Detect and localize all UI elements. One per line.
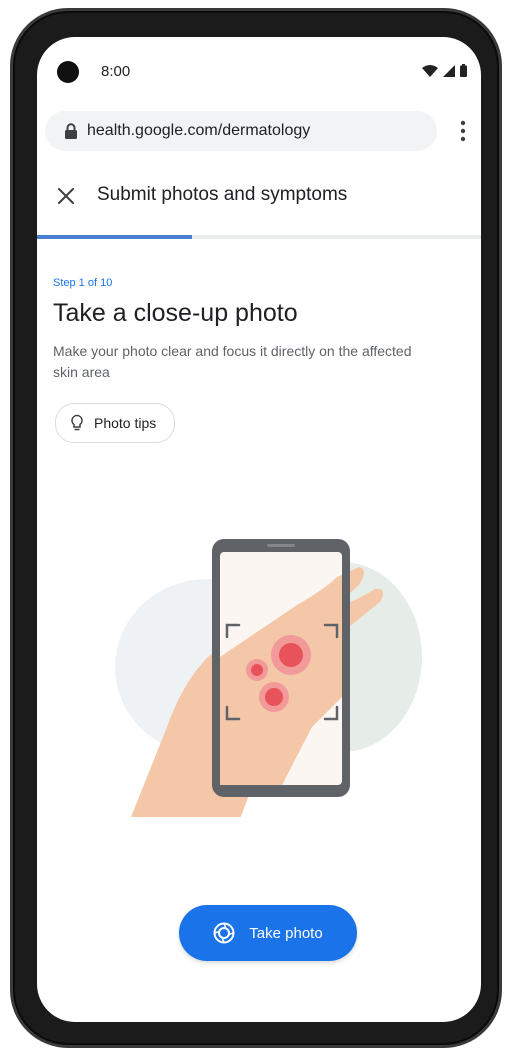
url-text: health.google.com/dermatology bbox=[87, 122, 311, 139]
wifi-icon bbox=[422, 65, 438, 77]
lock-icon bbox=[65, 123, 77, 139]
page-description: Make your photo clear and focus it direc… bbox=[53, 343, 412, 380]
status-icons bbox=[422, 64, 467, 77]
status-bar: 8:00 bbox=[37, 37, 481, 103]
phone-frame: 8:00 health.google.com/dermatology Submi… bbox=[10, 8, 502, 1048]
camera-shutter-icon bbox=[213, 922, 235, 944]
more-vert-icon[interactable] bbox=[459, 119, 467, 143]
page-title: Take a close-up photo bbox=[53, 299, 298, 327]
take-photo-label: Take photo bbox=[249, 924, 323, 942]
progress-bar bbox=[37, 235, 481, 239]
status-time: 8:00 bbox=[101, 63, 131, 80]
battery-icon bbox=[460, 64, 467, 77]
illustrated-phone-speaker bbox=[267, 544, 295, 547]
phone-screen: 8:00 health.google.com/dermatology Submi… bbox=[37, 37, 481, 1022]
app-header: Submit photos and symptoms bbox=[37, 167, 481, 227]
phone-camera-illustration bbox=[115, 539, 422, 817]
take-photo-button[interactable]: Take photo bbox=[179, 905, 357, 961]
lightbulb-icon bbox=[71, 414, 83, 431]
address-bar[interactable]: health.google.com/dermatology bbox=[45, 111, 437, 151]
photo-tips-button[interactable]: Photo tips bbox=[55, 403, 176, 443]
front-camera bbox=[57, 61, 79, 83]
progress-fill bbox=[37, 235, 193, 239]
header-title: Submit photos and symptoms bbox=[97, 184, 348, 205]
step-label: Step 1 of 10 bbox=[53, 277, 113, 289]
close-icon[interactable] bbox=[55, 185, 77, 207]
signal-icon bbox=[443, 65, 455, 77]
photo-tips-label: Photo tips bbox=[94, 415, 157, 431]
